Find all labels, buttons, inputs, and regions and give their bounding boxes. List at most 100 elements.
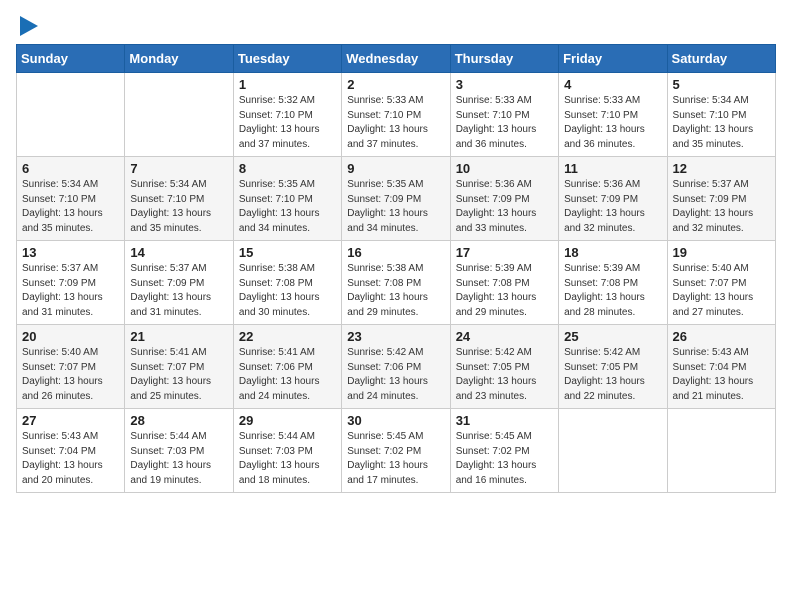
calendar-cell: 12Sunrise: 5:37 AM Sunset: 7:09 PM Dayli… bbox=[667, 157, 775, 241]
day-number: 30 bbox=[347, 413, 444, 428]
day-info: Sunrise: 5:42 AM Sunset: 7:05 PM Dayligh… bbox=[564, 346, 661, 404]
day-number: 17 bbox=[456, 245, 553, 260]
day-info: Sunrise: 5:35 AM Sunset: 7:10 PM Dayligh… bbox=[239, 178, 336, 236]
day-number: 15 bbox=[239, 245, 336, 260]
calendar-cell: 7 Sunrise: 5:34 AM Sunset: 7:10 PM Daylig… bbox=[125, 157, 233, 241]
day-info: Sunrise: 5:44 AM Sunset: 7:03 PM Dayligh… bbox=[130, 430, 227, 488]
calendar-week-row: 6 Sunrise: 5:34 AM Sunset: 7:10 PM Daylig… bbox=[17, 157, 776, 241]
day-info: Sunrise: 5:39 AM Sunset: 7:08 PM Dayligh… bbox=[456, 262, 553, 320]
calendar-cell: 20 Sunrise: 5:40 AM Sunset: 7:07 PM Dayli… bbox=[17, 325, 125, 409]
calendar-header-saturday: Saturday bbox=[667, 45, 775, 73]
calendar-cell: 21 Sunrise: 5:41 AM Sunset: 7:07 PM Dayli… bbox=[125, 325, 233, 409]
day-info: Sunrise: 5:37 AM Sunset: 7:09 PM Dayligh… bbox=[22, 262, 119, 320]
day-info: Sunrise: 5:33 AM Sunset: 7:10 PM Dayligh… bbox=[456, 94, 553, 152]
calendar-cell: 9 Sunrise: 5:35 AM Sunset: 7:09 PM Daylig… bbox=[342, 157, 450, 241]
day-info: Sunrise: 5:34 AM Sunset: 7:10 PM Dayligh… bbox=[673, 94, 770, 152]
page-header bbox=[16, 16, 776, 36]
calendar-cell: 31 Sunrise: 5:45 AM Sunset: 7:02 PM Dayli… bbox=[450, 409, 558, 493]
day-number: 7 bbox=[130, 161, 227, 176]
calendar-cell: 4Sunrise: 5:33 AM Sunset: 7:10 PM Daylig… bbox=[559, 73, 667, 157]
calendar-cell: 15 Sunrise: 5:38 AM Sunset: 7:08 PM Dayli… bbox=[233, 241, 341, 325]
day-info: Sunrise: 5:40 AM Sunset: 7:07 PM Dayligh… bbox=[22, 346, 119, 404]
day-number: 11 bbox=[564, 161, 661, 176]
day-info: Sunrise: 5:34 AM Sunset: 7:10 PM Dayligh… bbox=[22, 178, 119, 236]
day-number: 25 bbox=[564, 329, 661, 344]
day-info: Sunrise: 5:41 AM Sunset: 7:06 PM Dayligh… bbox=[239, 346, 336, 404]
calendar-cell: 17 Sunrise: 5:39 AM Sunset: 7:08 PM Dayli… bbox=[450, 241, 558, 325]
calendar-cell: 28 Sunrise: 5:44 AM Sunset: 7:03 PM Dayli… bbox=[125, 409, 233, 493]
day-info: Sunrise: 5:45 AM Sunset: 7:02 PM Dayligh… bbox=[456, 430, 553, 488]
day-info: Sunrise: 5:40 AM Sunset: 7:07 PM Dayligh… bbox=[673, 262, 770, 320]
day-info: Sunrise: 5:32 AM Sunset: 7:10 PM Dayligh… bbox=[239, 94, 336, 152]
day-number: 16 bbox=[347, 245, 444, 260]
calendar-cell: 19 Sunrise: 5:40 AM Sunset: 7:07 PM Dayli… bbox=[667, 241, 775, 325]
day-number: 2 bbox=[347, 77, 444, 92]
calendar-cell bbox=[559, 409, 667, 493]
calendar-table: SundayMondayTuesdayWednesdayThursdayFrid… bbox=[16, 44, 776, 493]
calendar-header-sunday: Sunday bbox=[17, 45, 125, 73]
day-info: Sunrise: 5:38 AM Sunset: 7:08 PM Dayligh… bbox=[347, 262, 444, 320]
calendar-header-wednesday: Wednesday bbox=[342, 45, 450, 73]
calendar-week-row: 13 Sunrise: 5:37 AM Sunset: 7:09 PM Dayli… bbox=[17, 241, 776, 325]
day-number: 26 bbox=[673, 329, 770, 344]
calendar-cell: 24 Sunrise: 5:42 AM Sunset: 7:05 PM Dayli… bbox=[450, 325, 558, 409]
day-number: 8 bbox=[239, 161, 336, 176]
calendar-cell: 25 Sunrise: 5:42 AM Sunset: 7:05 PM Dayli… bbox=[559, 325, 667, 409]
day-info: Sunrise: 5:37 AM Sunset: 7:09 PM Dayligh… bbox=[673, 178, 770, 236]
calendar-header-thursday: Thursday bbox=[450, 45, 558, 73]
calendar-week-row: 20 Sunrise: 5:40 AM Sunset: 7:07 PM Dayli… bbox=[17, 325, 776, 409]
calendar-cell: 14Sunrise: 5:37 AM Sunset: 7:09 PM Dayli… bbox=[125, 241, 233, 325]
calendar-cell: 29Sunrise: 5:44 AM Sunset: 7:03 PM Dayli… bbox=[233, 409, 341, 493]
calendar-cell: 11Sunrise: 5:36 AM Sunset: 7:09 PM Dayli… bbox=[559, 157, 667, 241]
day-number: 10 bbox=[456, 161, 553, 176]
calendar-cell: 26 Sunrise: 5:43 AM Sunset: 7:04 PM Dayli… bbox=[667, 325, 775, 409]
day-number: 13 bbox=[22, 245, 119, 260]
calendar-cell: 5 Sunrise: 5:34 AM Sunset: 7:10 PM Daylig… bbox=[667, 73, 775, 157]
day-number: 24 bbox=[456, 329, 553, 344]
calendar-header-row: SundayMondayTuesdayWednesdayThursdayFrid… bbox=[17, 45, 776, 73]
day-number: 20 bbox=[22, 329, 119, 344]
calendar-cell: 8 Sunrise: 5:35 AM Sunset: 7:10 PM Daylig… bbox=[233, 157, 341, 241]
day-info: Sunrise: 5:45 AM Sunset: 7:02 PM Dayligh… bbox=[347, 430, 444, 488]
calendar-cell: 2 Sunrise: 5:33 AM Sunset: 7:10 PM Daylig… bbox=[342, 73, 450, 157]
day-info: Sunrise: 5:33 AM Sunset: 7:10 PM Dayligh… bbox=[347, 94, 444, 152]
calendar-cell bbox=[17, 73, 125, 157]
calendar-cell: 3 Sunrise: 5:33 AM Sunset: 7:10 PM Daylig… bbox=[450, 73, 558, 157]
day-info: Sunrise: 5:34 AM Sunset: 7:10 PM Dayligh… bbox=[130, 178, 227, 236]
calendar-cell: 1 Sunrise: 5:32 AM Sunset: 7:10 PM Daylig… bbox=[233, 73, 341, 157]
calendar-cell: 22Sunrise: 5:41 AM Sunset: 7:06 PM Dayli… bbox=[233, 325, 341, 409]
day-number: 3 bbox=[456, 77, 553, 92]
calendar-week-row: 1 Sunrise: 5:32 AM Sunset: 7:10 PM Daylig… bbox=[17, 73, 776, 157]
calendar-cell bbox=[125, 73, 233, 157]
day-info: Sunrise: 5:43 AM Sunset: 7:04 PM Dayligh… bbox=[22, 430, 119, 488]
calendar-cell bbox=[667, 409, 775, 493]
day-number: 31 bbox=[456, 413, 553, 428]
day-info: Sunrise: 5:44 AM Sunset: 7:03 PM Dayligh… bbox=[239, 430, 336, 488]
day-number: 14 bbox=[130, 245, 227, 260]
calendar-cell: 6 Sunrise: 5:34 AM Sunset: 7:10 PM Daylig… bbox=[17, 157, 125, 241]
day-number: 21 bbox=[130, 329, 227, 344]
logo bbox=[16, 16, 38, 36]
calendar-cell: 13 Sunrise: 5:37 AM Sunset: 7:09 PM Dayli… bbox=[17, 241, 125, 325]
day-number: 28 bbox=[130, 413, 227, 428]
day-info: Sunrise: 5:43 AM Sunset: 7:04 PM Dayligh… bbox=[673, 346, 770, 404]
day-info: Sunrise: 5:41 AM Sunset: 7:07 PM Dayligh… bbox=[130, 346, 227, 404]
day-number: 1 bbox=[239, 77, 336, 92]
day-number: 4 bbox=[564, 77, 661, 92]
calendar-cell: 10 Sunrise: 5:36 AM Sunset: 7:09 PM Dayli… bbox=[450, 157, 558, 241]
day-info: Sunrise: 5:36 AM Sunset: 7:09 PM Dayligh… bbox=[456, 178, 553, 236]
day-info: Sunrise: 5:35 AM Sunset: 7:09 PM Dayligh… bbox=[347, 178, 444, 236]
day-info: Sunrise: 5:38 AM Sunset: 7:08 PM Dayligh… bbox=[239, 262, 336, 320]
calendar-week-row: 27Sunrise: 5:43 AM Sunset: 7:04 PM Dayli… bbox=[17, 409, 776, 493]
day-info: Sunrise: 5:39 AM Sunset: 7:08 PM Dayligh… bbox=[564, 262, 661, 320]
day-number: 6 bbox=[22, 161, 119, 176]
day-number: 9 bbox=[347, 161, 444, 176]
day-number: 19 bbox=[673, 245, 770, 260]
calendar-cell: 23Sunrise: 5:42 AM Sunset: 7:06 PM Dayli… bbox=[342, 325, 450, 409]
calendar-cell: 27Sunrise: 5:43 AM Sunset: 7:04 PM Dayli… bbox=[17, 409, 125, 493]
calendar-cell: 16 Sunrise: 5:38 AM Sunset: 7:08 PM Dayli… bbox=[342, 241, 450, 325]
logo-triangle-icon bbox=[20, 16, 38, 36]
day-number: 5 bbox=[673, 77, 770, 92]
calendar-header-friday: Friday bbox=[559, 45, 667, 73]
day-info: Sunrise: 5:42 AM Sunset: 7:05 PM Dayligh… bbox=[456, 346, 553, 404]
